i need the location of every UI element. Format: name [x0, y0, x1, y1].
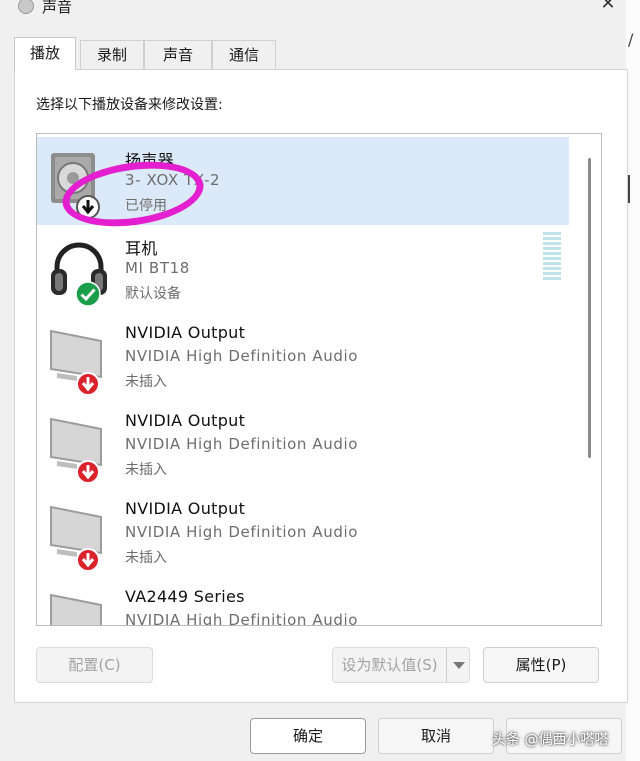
set-default-dropdown[interactable]: [446, 647, 470, 683]
background-window-glyph: /: [628, 30, 634, 49]
device-row-nvidia-1[interactable]: NVIDIA Output NVIDIA High Definition Aud…: [37, 313, 569, 401]
playback-panel: 选择以下播放设备来修改设置: 扬声器 3- XOX TX-2 已停用 耳机 MI…: [14, 69, 628, 703]
window-title: 声音: [42, 0, 73, 16]
device-name: NVIDIA Output: [125, 499, 246, 518]
device-name: NVIDIA Output: [125, 323, 246, 342]
device-status: 未插入: [125, 550, 167, 566]
ok-button[interactable]: 确定: [250, 718, 366, 754]
chevron-down-icon: [453, 662, 465, 669]
properties-button[interactable]: 属性(P): [483, 647, 599, 683]
device-row-nvidia-3[interactable]: NVIDIA Output NVIDIA High Definition Aud…: [37, 489, 569, 577]
close-button[interactable]: ✕: [596, 0, 620, 16]
watermark: 头条 @偶西小嗒嗒: [492, 732, 609, 748]
device-description: NVIDIA High Definition Audio: [125, 347, 358, 365]
device-list-scrollbar[interactable]: [581, 134, 599, 625]
unplugged-badge-icon: [76, 372, 100, 396]
device-description: NVIDIA High Definition Audio: [125, 523, 358, 541]
device-name: 耳机: [125, 239, 158, 258]
tab-recording[interactable]: 录制: [80, 40, 144, 69]
title-bar: 声音 ✕: [0, 0, 626, 26]
cancel-button[interactable]: 取消: [378, 718, 494, 754]
tab-sounds[interactable]: 声音: [144, 40, 212, 69]
tab-communications[interactable]: 通信: [212, 40, 276, 69]
device-status: 未插入: [125, 374, 167, 390]
device-row-va2449[interactable]: VA2449 Series NVIDIA High Definition Aud…: [37, 577, 569, 626]
set-default-button[interactable]: 设为默认值(S): [332, 647, 447, 683]
device-description: MI BT18: [125, 259, 190, 277]
device-row-headphones[interactable]: 耳机 MI BT18 默认设备: [37, 225, 569, 313]
default-check-icon: [75, 281, 101, 307]
unplugged-badge-icon: [76, 460, 100, 484]
configure-button[interactable]: 配置(C): [36, 647, 153, 683]
instruction-text: 选择以下播放设备来修改设置:: [36, 97, 223, 113]
device-row-nvidia-2[interactable]: NVIDIA Output NVIDIA High Definition Aud…: [37, 401, 569, 489]
sound-app-icon: [18, 0, 34, 14]
device-description: NVIDIA High Definition Audio: [125, 435, 358, 453]
device-description: NVIDIA High Definition Audio: [125, 611, 358, 626]
tab-playback[interactable]: 播放: [14, 37, 76, 70]
device-status: 未插入: [125, 462, 167, 478]
sound-dialog: 声音 ✕ 播放 录制 声音 通信 选择以下播放设备来修改设置: 扬声器 3- X…: [0, 0, 628, 761]
unplugged-badge-icon: [76, 548, 100, 572]
volume-level-meter: [543, 232, 561, 284]
scrollbar-thumb[interactable]: [588, 158, 591, 458]
background-window-bar: [628, 175, 630, 203]
device-name: VA2449 Series: [125, 587, 245, 606]
monitor-icon: [50, 593, 102, 625]
device-status: 默认设备: [125, 286, 181, 302]
device-name: NVIDIA Output: [125, 411, 246, 430]
